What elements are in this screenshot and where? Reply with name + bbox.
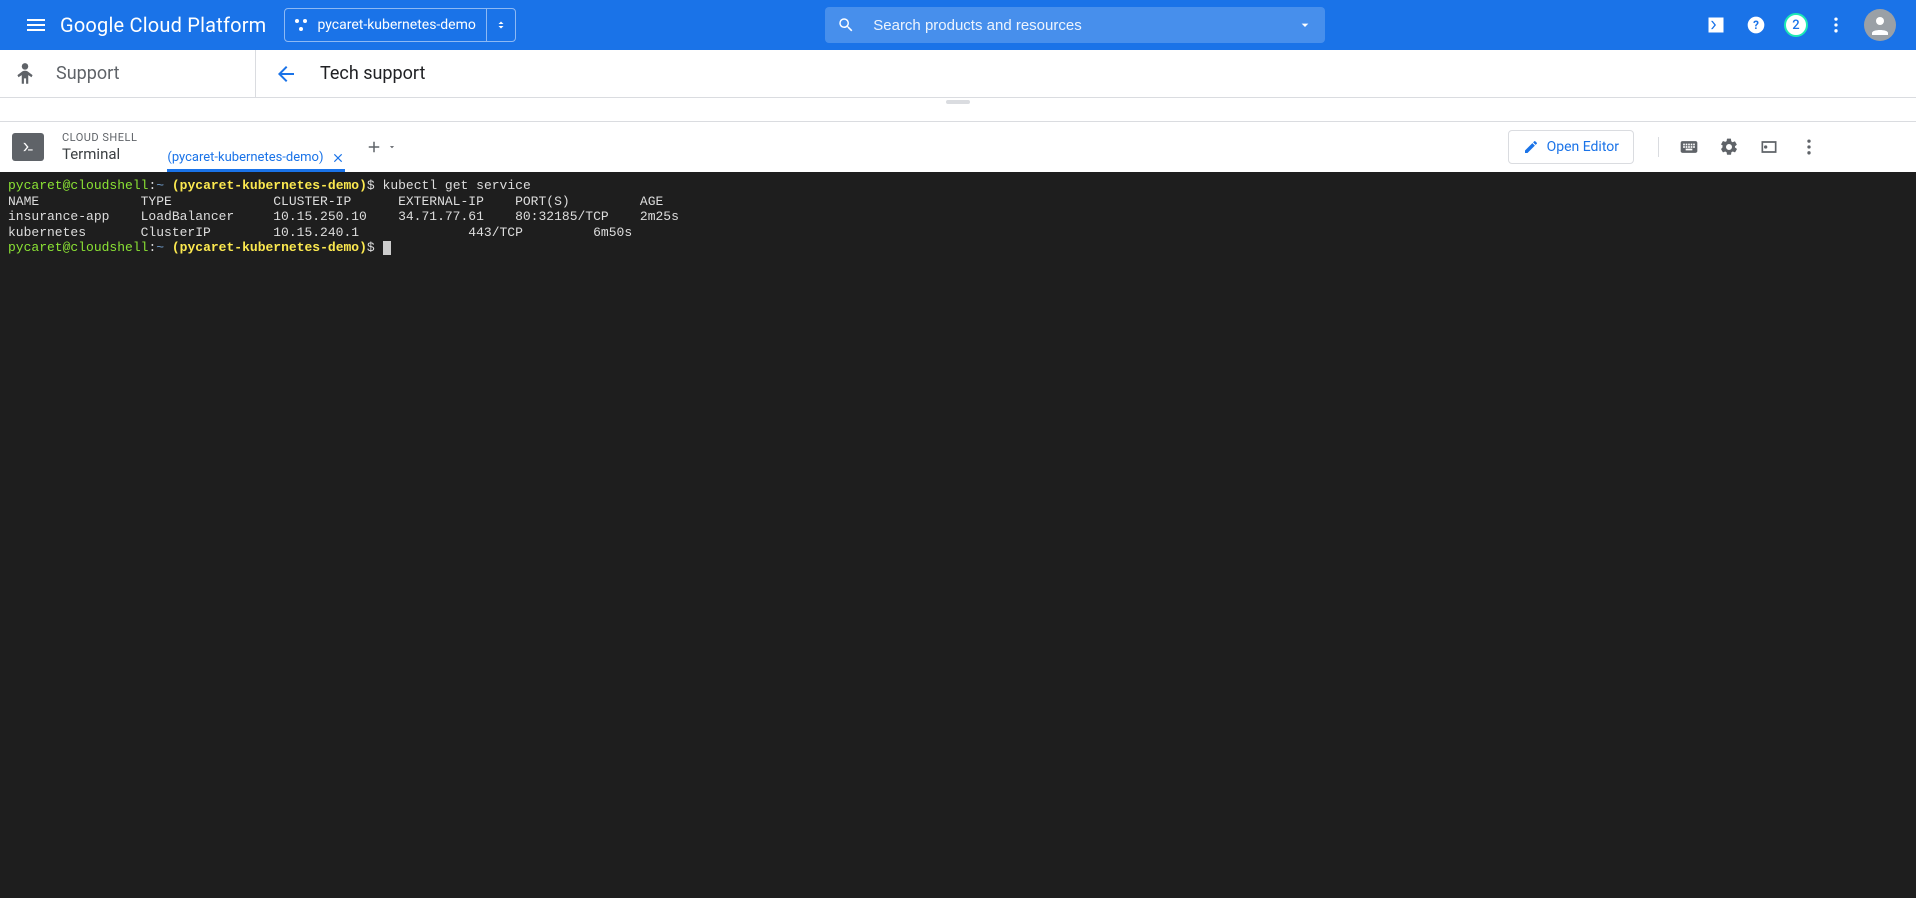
gear-icon[interactable] (1719, 137, 1739, 157)
more-vert-icon[interactable] (1799, 137, 1819, 157)
gcp-logo[interactable]: Google Cloud Platform (60, 13, 266, 37)
section-label: Support (56, 63, 120, 84)
search-box[interactable] (825, 7, 1325, 43)
shell-title-block: CLOUD SHELL Terminal (62, 131, 137, 162)
svg-text:?: ? (1753, 18, 1759, 32)
user-avatar[interactable] (1864, 9, 1896, 41)
cloud-shell-header: CLOUD SHELL Terminal (pycaret-kubernetes… (0, 122, 1916, 172)
help-icon[interactable]: ? (1744, 13, 1768, 37)
chevron-down-icon (387, 142, 397, 152)
terminal-label: Terminal (62, 145, 137, 163)
search-icon (837, 16, 855, 34)
page-title: Tech support (320, 63, 425, 84)
project-dropdown-icon (486, 9, 507, 41)
terminal-output[interactable]: pycaret@cloudshell:~ (pycaret-kubernetes… (0, 172, 1916, 898)
close-tab-icon[interactable] (331, 151, 345, 165)
web-preview-icon[interactable] (1759, 137, 1779, 157)
terminal-icon (12, 133, 44, 161)
project-icon (293, 17, 309, 33)
shell-tab[interactable]: (pycaret-kubernetes-demo) (167, 122, 345, 172)
shell-toolbar: Open Editor (1508, 130, 1904, 164)
more-vert-icon[interactable] (1824, 13, 1848, 37)
sub-header: Support Tech support (0, 50, 1916, 98)
notifications-badge[interactable]: 2 (1784, 13, 1808, 37)
top-right-icons: ? 2 (1704, 9, 1896, 41)
resize-handle-area (0, 98, 1916, 122)
cloud-shell-icon[interactable] (1704, 13, 1728, 37)
keyboard-icon[interactable] (1679, 137, 1699, 157)
open-editor-button[interactable]: Open Editor (1508, 130, 1634, 164)
support-icon (12, 61, 38, 87)
cloud-shell-label: CLOUD SHELL (62, 131, 137, 144)
search-dropdown-icon[interactable] (1297, 17, 1313, 33)
back-arrow-icon[interactable] (274, 62, 298, 86)
drag-handle-icon[interactable] (946, 100, 970, 104)
top-nav-bar: Google Cloud Platform pycaret-kubernetes… (0, 0, 1916, 50)
project-selector[interactable]: pycaret-kubernetes-demo (284, 8, 515, 42)
search-input[interactable] (873, 17, 1297, 34)
shell-tab-name: (pycaret-kubernetes-demo) (167, 150, 323, 165)
sub-header-right: Tech support (256, 62, 1916, 86)
pencil-icon (1523, 139, 1539, 155)
open-editor-label: Open Editor (1547, 139, 1619, 155)
new-tab-button[interactable] (365, 138, 397, 156)
shell-tool-icons (1658, 137, 1819, 157)
sub-header-left: Support (0, 50, 256, 97)
project-name: pycaret-kubernetes-demo (317, 17, 475, 33)
hamburger-menu-icon[interactable] (24, 13, 48, 37)
